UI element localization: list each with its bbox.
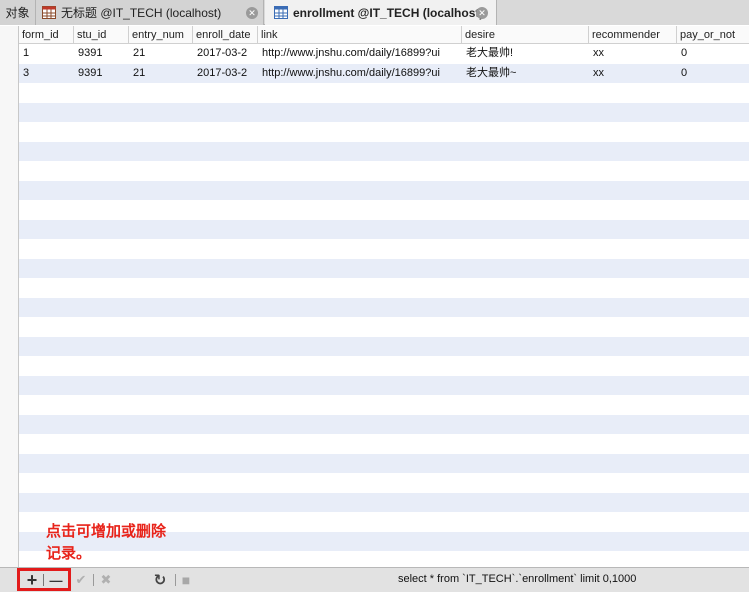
column-header-form-id[interactable]: form_id	[19, 26, 74, 44]
divider	[175, 574, 176, 586]
close-icon[interactable]: ✕	[476, 7, 488, 19]
table-row[interactable]: 3 9391 21 2017-03-2 http://www.jnshu.com…	[0, 63, 749, 84]
empty-row	[0, 395, 749, 415]
bottom-toolbar: + — ✔ ✖ ↻ ■ select * from `IT_TECH`.`enr…	[0, 567, 749, 592]
query-icon	[42, 6, 56, 19]
table-row[interactable]: 1 9391 21 2017-03-2 http://www.jnshu.com…	[0, 44, 749, 64]
column-header-link[interactable]: link	[258, 26, 462, 44]
empty-row	[0, 239, 749, 259]
cell-link[interactable]: http://www.jnshu.com/daily/16899?ui	[258, 44, 462, 64]
empty-row	[0, 102, 749, 122]
table-icon	[274, 6, 288, 19]
close-icon[interactable]: ✕	[246, 7, 258, 19]
cell-desire[interactable]: 老大最帅!	[462, 44, 589, 64]
empty-row	[0, 453, 749, 473]
empty-row	[0, 278, 749, 298]
empty-row	[0, 161, 749, 181]
empty-row	[0, 258, 749, 278]
tab-enrollment[interactable]: enrollment @IT_TECH (localhost) ✕	[265, 0, 497, 25]
empty-row	[0, 83, 749, 103]
divider	[43, 574, 44, 586]
empty-row	[0, 375, 749, 395]
column-header-stu-id[interactable]: stu_id	[74, 26, 129, 44]
column-header-recommender[interactable]: recommender	[589, 26, 677, 44]
delete-record-button[interactable]: —	[47, 572, 65, 588]
cell-form-id[interactable]: 3	[19, 64, 74, 84]
tab-objects[interactable]: 对象	[0, 0, 36, 25]
tab-bar: 对象 无标题 @IT_TECH (localhost) ✕ enrollment…	[0, 0, 749, 25]
stop-button[interactable]: ■	[179, 572, 193, 588]
empty-row	[0, 473, 749, 493]
empty-row	[0, 356, 749, 376]
cell-enroll-date[interactable]: 2017-03-2	[193, 64, 258, 84]
apply-changes-button[interactable]: ✔	[74, 572, 88, 588]
grid-rows: 1 9391 21 2017-03-2 http://www.jnshu.com…	[0, 44, 749, 567]
empty-row	[0, 180, 749, 200]
refresh-button[interactable]: ↻	[153, 572, 167, 589]
cell-stu-id[interactable]: 9391	[74, 44, 129, 64]
column-header-desire[interactable]: desire	[462, 26, 589, 44]
grid-header: form_id stu_id entry_num enroll_date lin…	[19, 26, 749, 44]
empty-row	[0, 492, 749, 512]
status-sql-text: select * from `IT_TECH`.`enrollment` lim…	[398, 573, 637, 585]
cell-entry-num[interactable]: 21	[129, 64, 193, 84]
annotation-line-2: 记录。	[46, 544, 92, 562]
empty-row	[0, 141, 749, 161]
tab-untitled-label: 无标题 @IT_TECH (localhost)	[61, 6, 222, 20]
empty-row	[0, 434, 749, 454]
divider	[93, 574, 94, 586]
empty-row	[0, 336, 749, 356]
empty-row	[0, 414, 749, 434]
column-header-pay-or-not[interactable]: pay_or_not	[677, 26, 749, 44]
empty-row	[0, 200, 749, 220]
tab-untitled-query[interactable]: 无标题 @IT_TECH (localhost) ✕	[36, 0, 264, 25]
cell-pay-or-not[interactable]: 0	[677, 64, 749, 84]
add-record-button[interactable]: +	[24, 570, 40, 590]
empty-row	[0, 317, 749, 337]
cell-enroll-date[interactable]: 2017-03-2	[193, 44, 258, 64]
row-gutter	[0, 26, 19, 567]
annotation-note: 点击可增加或删除 记录。	[46, 520, 206, 564]
cell-form-id[interactable]: 1	[19, 44, 74, 64]
tab-objects-label: 对象	[5, 6, 30, 20]
empty-row	[0, 219, 749, 239]
discard-changes-button[interactable]: ✖	[99, 572, 113, 588]
cell-recommender[interactable]: xx	[589, 64, 677, 84]
tab-enrollment-label: enrollment @IT_TECH (localhost)	[293, 5, 484, 20]
annotation-line-1: 点击可增加或删除	[46, 522, 167, 540]
cell-entry-num[interactable]: 21	[129, 44, 193, 64]
column-header-entry-num[interactable]: entry_num	[129, 26, 193, 44]
data-grid[interactable]: form_id stu_id entry_num enroll_date lin…	[0, 26, 749, 567]
empty-row	[0, 122, 749, 142]
empty-row	[0, 297, 749, 317]
cell-stu-id[interactable]: 9391	[74, 64, 129, 84]
column-header-enroll-date[interactable]: enroll_date	[193, 26, 258, 44]
cell-link[interactable]: http://www.jnshu.com/daily/16899?ui	[258, 64, 462, 84]
cell-desire[interactable]: 老大最帅~	[462, 64, 589, 84]
cell-recommender[interactable]: xx	[589, 44, 677, 64]
cell-pay-or-not[interactable]: 0	[677, 44, 749, 64]
tab-bar-empty	[497, 0, 749, 25]
